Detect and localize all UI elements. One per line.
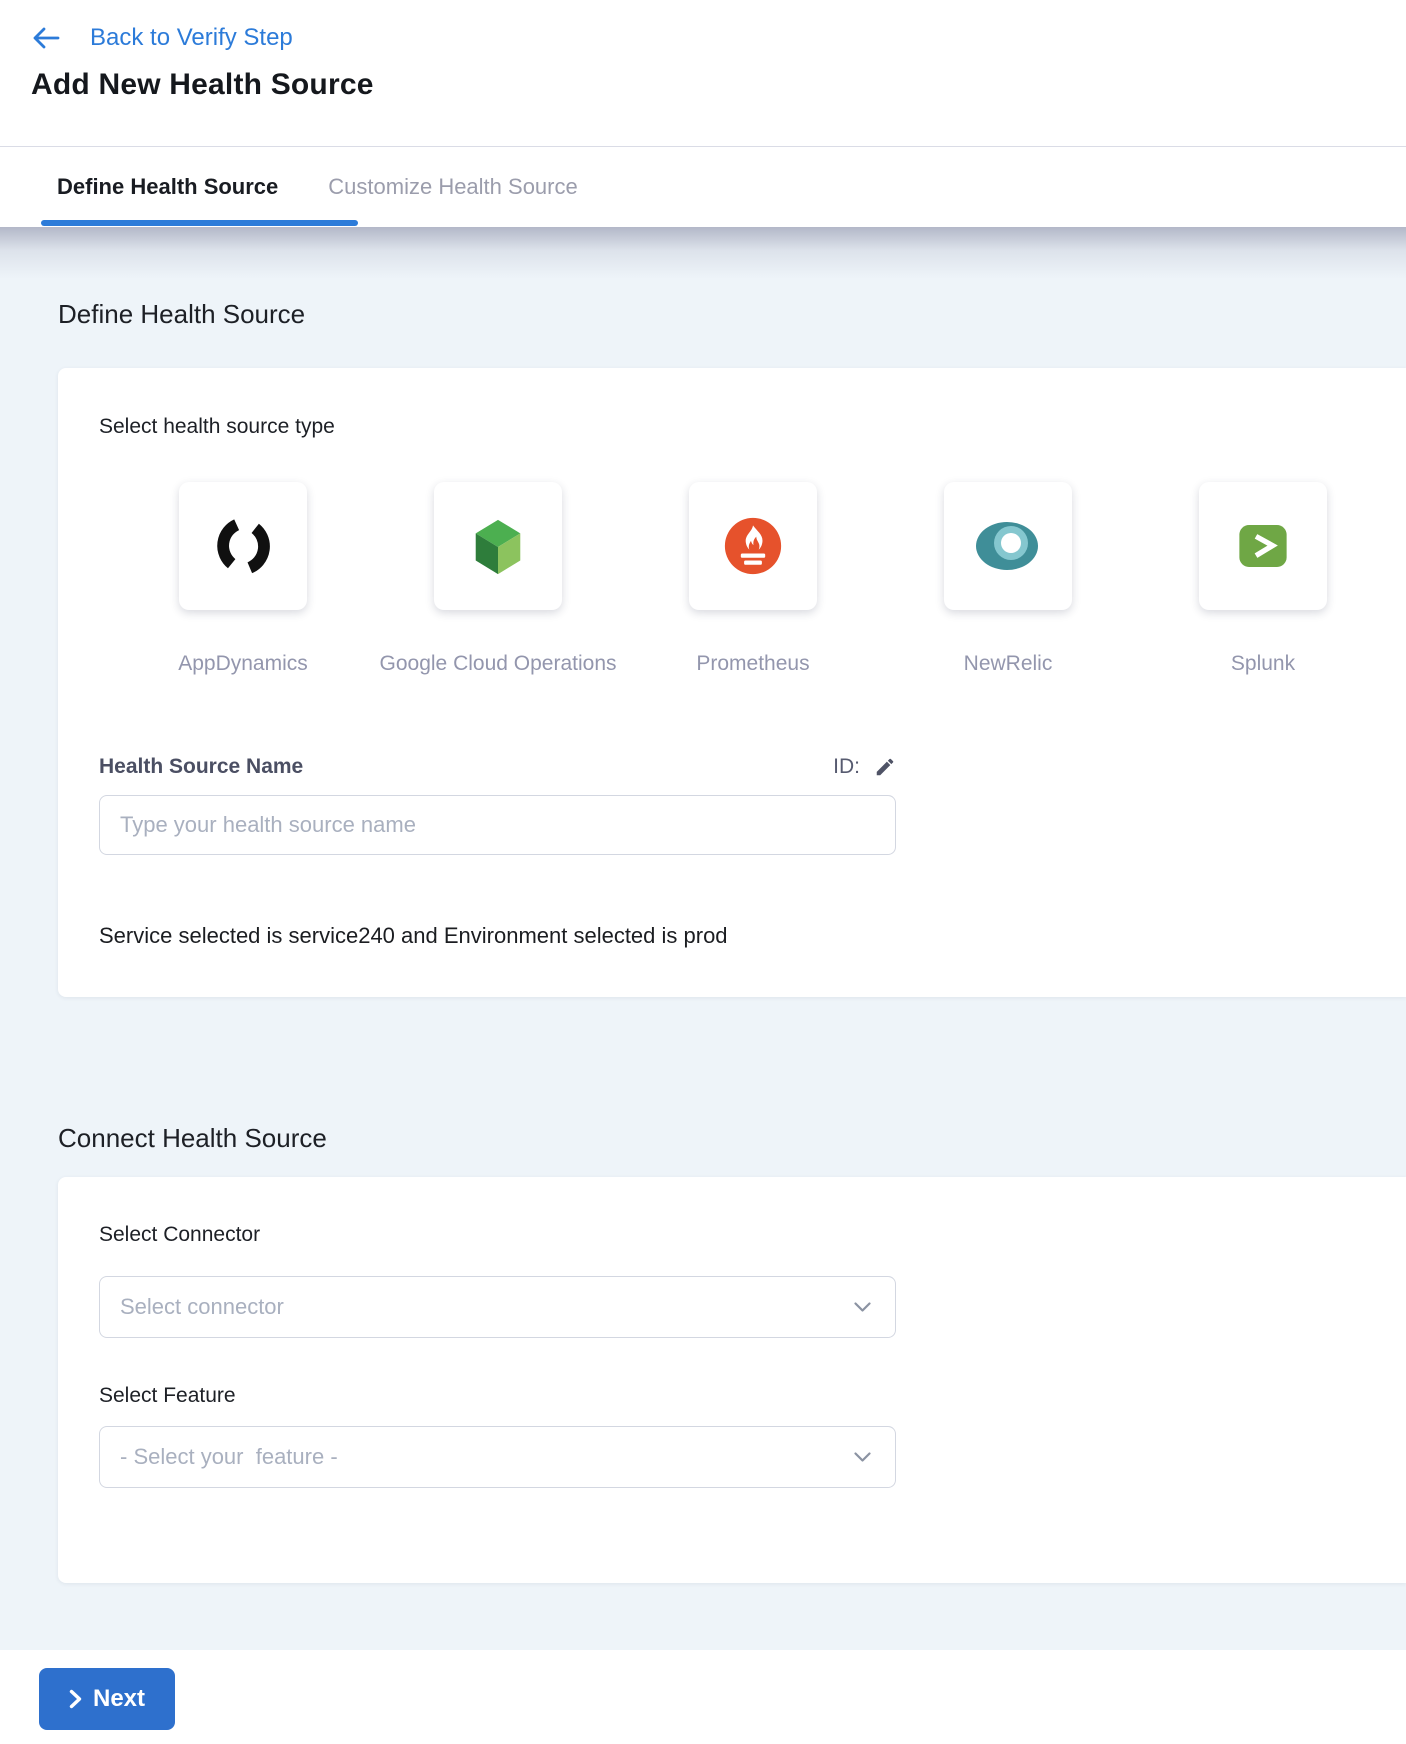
source-option-splunk: Splunk [1199, 482, 1327, 676]
edit-pencil-icon[interactable] [874, 756, 896, 778]
newrelic-tile[interactable] [944, 482, 1072, 610]
page-title: Add New Health Source [31, 68, 1375, 102]
next-button[interactable]: Next [39, 1668, 175, 1730]
google-cloud-operations-icon [467, 515, 529, 577]
id-edit-group: ID: [833, 755, 896, 779]
newrelic-icon [975, 520, 1041, 572]
health-source-name-input[interactable] [99, 795, 896, 855]
source-option-newrelic: NewRelic [944, 482, 1072, 676]
next-button-label: Next [93, 1685, 145, 1713]
feature-select[interactable]: - Select your feature - [99, 1426, 896, 1488]
source-label: AppDynamics [178, 652, 308, 676]
tab-define-health-source[interactable]: Define Health Source [57, 174, 278, 200]
source-label: Splunk [1231, 652, 1295, 676]
page-header: Back to Verify Step Add New Health Sourc… [0, 0, 1406, 147]
source-label: Prometheus [696, 652, 809, 676]
connector-select-value: Select connector [120, 1294, 284, 1320]
back-link-label: Back to Verify Step [90, 24, 293, 52]
connect-health-source-card: Select Connector Select connector Select… [58, 1177, 1406, 1583]
connector-select[interactable]: Select connector [99, 1276, 896, 1338]
service-environment-note: Service selected is service240 and Envir… [99, 923, 1406, 949]
appdynamics-tile[interactable] [179, 482, 307, 610]
select-type-label: Select health source type [99, 415, 1406, 439]
health-source-name-row: Health Source Name ID: [99, 755, 896, 779]
health-source-type-list: AppDynamics Google Cloud Operations [179, 482, 1406, 676]
source-option-google-cloud-operations: Google Cloud Operations [434, 482, 562, 676]
wizard-content: Define Health Source Select health sourc… [0, 227, 1406, 1650]
back-arrow-icon [31, 25, 61, 51]
select-feature-label: Select Feature [99, 1384, 1406, 1408]
back-to-verify-link[interactable]: Back to Verify Step [31, 24, 1375, 52]
define-health-source-card: Select health source type AppDynamics [58, 368, 1406, 997]
active-tab-indicator [41, 220, 358, 226]
source-label: Google Cloud Operations [380, 652, 617, 676]
wizard-tabbar: Define Health Source Customize Health So… [0, 147, 1406, 227]
chevron-down-icon [854, 1452, 871, 1463]
chevron-right-icon [69, 1689, 82, 1709]
source-label: NewRelic [964, 652, 1053, 676]
feature-select-value: - Select your feature - [120, 1444, 338, 1470]
id-label: ID: [833, 755, 860, 779]
source-option-appdynamics: AppDynamics [179, 482, 307, 676]
source-option-prometheus: Prometheus [689, 482, 817, 676]
prometheus-tile[interactable] [689, 482, 817, 610]
prometheus-icon [723, 516, 783, 576]
connect-section-heading: Connect Health Source [58, 1123, 1406, 1154]
select-connector-label: Select Connector [99, 1223, 1406, 1247]
splunk-tile[interactable] [1199, 482, 1327, 610]
chevron-down-icon [854, 1302, 871, 1313]
tab-customize-health-source[interactable]: Customize Health Source [328, 174, 577, 200]
wizard-footer: Next [0, 1650, 1406, 1744]
appdynamics-icon [214, 517, 272, 575]
google-cloud-operations-tile[interactable] [434, 482, 562, 610]
define-section-heading: Define Health Source [58, 227, 1406, 330]
health-source-name-label: Health Source Name [99, 755, 303, 779]
splunk-icon [1235, 518, 1291, 574]
